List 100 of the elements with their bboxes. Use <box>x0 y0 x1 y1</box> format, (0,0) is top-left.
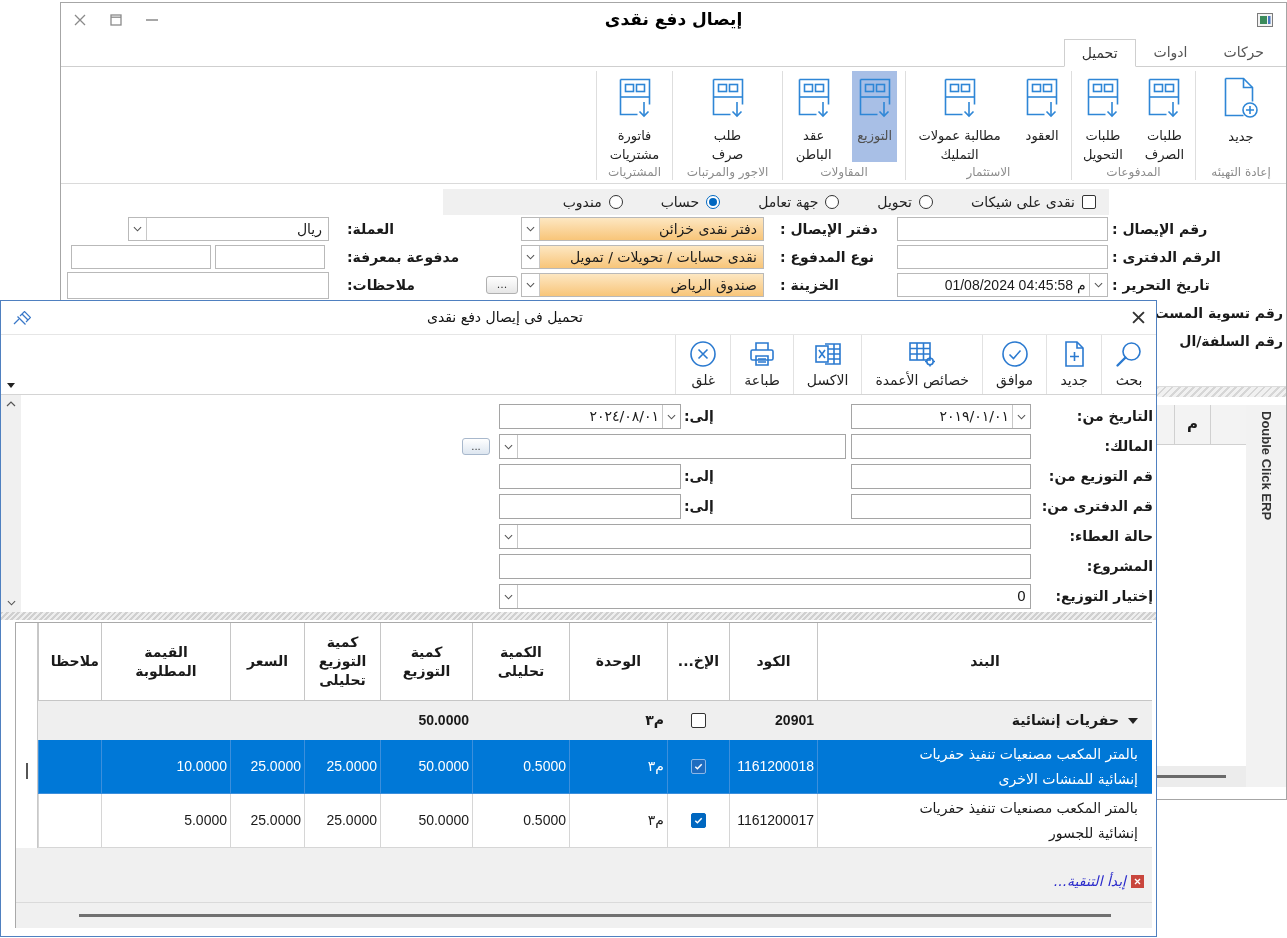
ribbon-button[interactable]: التوزيع <box>852 71 898 162</box>
dropdown[interactable]: نقدى حسابات / تحويلات / تمويل <box>521 245 764 269</box>
text-field[interactable] <box>897 245 1108 269</box>
checkmark-icon <box>693 815 704 826</box>
field-label: إلى: <box>684 467 714 486</box>
text-field[interactable] <box>71 245 211 269</box>
radio-option[interactable]: حساب <box>660 191 721 213</box>
radio-option[interactable]: جهة تعامل <box>758 191 840 213</box>
ribbon-button[interactable]: العقود <box>1020 71 1064 162</box>
date-time-picker[interactable]: 01/08/2024 04:45:58 م <box>897 273 1108 297</box>
checkbox[interactable] <box>691 813 706 828</box>
text-field[interactable] <box>851 494 1031 519</box>
toolbar-button[interactable]: جديد <box>1046 335 1101 394</box>
resize-grip-icon <box>25 763 28 779</box>
scrollbar-thumb[interactable] <box>79 914 1111 917</box>
window-title: إيصال دفع نقدى <box>604 11 743 28</box>
ribbon-button[interactable]: مطالبة عمولات التمليك <box>913 71 1006 162</box>
radio-button[interactable] <box>919 195 933 209</box>
checkbox-option[interactable]: نقدى على شيكات <box>971 191 1096 213</box>
browse-button[interactable]: ... <box>462 438 490 455</box>
tab[interactable]: تحميل <box>1063 39 1136 67</box>
sheet-download-icon <box>1026 78 1059 118</box>
toolbar-button[interactable]: بحث <box>1101 335 1156 394</box>
scrollbar-thumb[interactable] <box>1154 775 1226 778</box>
notes-field[interactable] <box>67 272 329 299</box>
radio-button[interactable] <box>608 195 623 209</box>
dropdown-button[interactable] <box>522 218 540 240</box>
filter-label: قم التوزيع من: <box>1048 467 1153 487</box>
text-field[interactable] <box>897 217 1108 241</box>
printer-icon <box>748 340 777 368</box>
side-panel-tab[interactable]: Double Click ERP <box>1246 405 1286 787</box>
column-header[interactable]: م <box>1174 405 1210 445</box>
ribbon-group-label: المشتريات <box>607 165 662 180</box>
toolbar-button[interactable]: خصائص الأعمدة <box>861 335 982 394</box>
dropdown[interactable]: دفتر نقدى خزائن <box>521 217 764 241</box>
ribbon-button[interactable]: طلبات التحويل <box>1077 71 1128 162</box>
filter-link[interactable]: إبدأ التنقية... <box>1053 872 1126 890</box>
dropdown[interactable]: ريال <box>128 217 329 241</box>
sheet-download-icon <box>943 78 976 118</box>
ribbon-button[interactable]: عقد الباطن <box>790 71 837 162</box>
column-header[interactable]: ملاحظا <box>38 623 101 701</box>
dropdown[interactable]: 0 <box>499 584 1031 609</box>
grid-cell-text: م٣ <box>645 711 664 730</box>
column-header[interactable]: البند <box>817 623 1152 701</box>
text-field[interactable] <box>499 554 1031 579</box>
ribbon-button[interactable]: فاتورة مشتريات <box>604 71 665 162</box>
pin-icon <box>13 310 31 325</box>
text-field[interactable] <box>499 464 681 489</box>
checkbox[interactable] <box>691 759 706 774</box>
column-header[interactable]: السعر <box>230 623 304 701</box>
field-label: إلى: <box>684 407 714 426</box>
column-header[interactable]: الكمية تحليلى <box>472 623 569 701</box>
radio-button[interactable] <box>706 195 721 209</box>
text-field[interactable] <box>851 434 1031 459</box>
column-header[interactable]: الوحدة <box>569 623 667 701</box>
text-field[interactable] <box>851 464 1031 489</box>
field-label: ملاحظات: <box>347 275 415 295</box>
filter-label: حالة العطاء: <box>1069 527 1153 546</box>
ribbon-button[interactable]: طلب صرف <box>706 71 749 162</box>
toolbar-button[interactable]: طباعة <box>730 335 793 394</box>
toolbar-button[interactable]: الاكسل <box>792 335 862 394</box>
dropdown-button[interactable] <box>522 274 540 296</box>
browse-button[interactable]: ... <box>486 276 518 294</box>
toolbar-button[interactable]: موافق <box>982 335 1046 394</box>
date-picker[interactable]: ٢٠١٩/٠١/٠١ <box>851 404 1031 429</box>
chevron-up-icon <box>6 401 16 407</box>
checkbox[interactable] <box>1082 195 1096 209</box>
tab[interactable]: ادوات <box>1135 38 1206 66</box>
vertical-scrollbar[interactable] <box>1 395 21 612</box>
radio-option[interactable]: مندوب <box>562 191 623 213</box>
dropdown[interactable] <box>499 524 1031 549</box>
dropdown[interactable] <box>499 434 846 459</box>
column-header[interactable]: الكود <box>729 623 817 701</box>
sheet-download-icon <box>618 78 651 118</box>
text-field[interactable] <box>499 494 681 519</box>
dropdown[interactable]: صندوق الرياض <box>521 273 764 297</box>
sheet-download-icon <box>1086 78 1119 118</box>
chevron-down-icon <box>1094 282 1103 288</box>
radio-button[interactable] <box>825 195 840 209</box>
field-label: العملة: <box>347 219 395 239</box>
ribbon-button[interactable]: طلبات الصرف <box>1139 71 1190 162</box>
splitter-bar[interactable] <box>1 612 1156 620</box>
chevron-down-icon <box>504 443 513 450</box>
column-header[interactable]: كمية التوزيع تحليلى <box>304 623 380 701</box>
toolbar-button[interactable]: غلق <box>675 335 731 394</box>
column-header[interactable]: الإخ... <box>667 623 729 701</box>
search-icon <box>1115 340 1143 368</box>
column-header[interactable]: كمية التوزيع <box>380 623 472 701</box>
sheet-download-icon <box>858 78 891 118</box>
ribbon-button[interactable]: جديد <box>1219 71 1263 162</box>
date-picker[interactable]: ٢٠٢٤/٠٨/٠١ <box>499 404 681 429</box>
dropdown-button[interactable] <box>522 246 540 268</box>
chevron-down-icon <box>526 282 535 288</box>
column-header[interactable]: القيمة المطلوبة <box>101 623 230 701</box>
checkbox[interactable] <box>690 713 706 728</box>
tab[interactable]: حركات <box>1205 38 1282 66</box>
horizontal-scrollbar[interactable] <box>1154 766 1246 787</box>
radio-option[interactable]: تحويل <box>877 191 933 213</box>
text-field[interactable] <box>215 245 325 269</box>
ribbon-group-label: إعادة التهيئه <box>1211 165 1271 180</box>
